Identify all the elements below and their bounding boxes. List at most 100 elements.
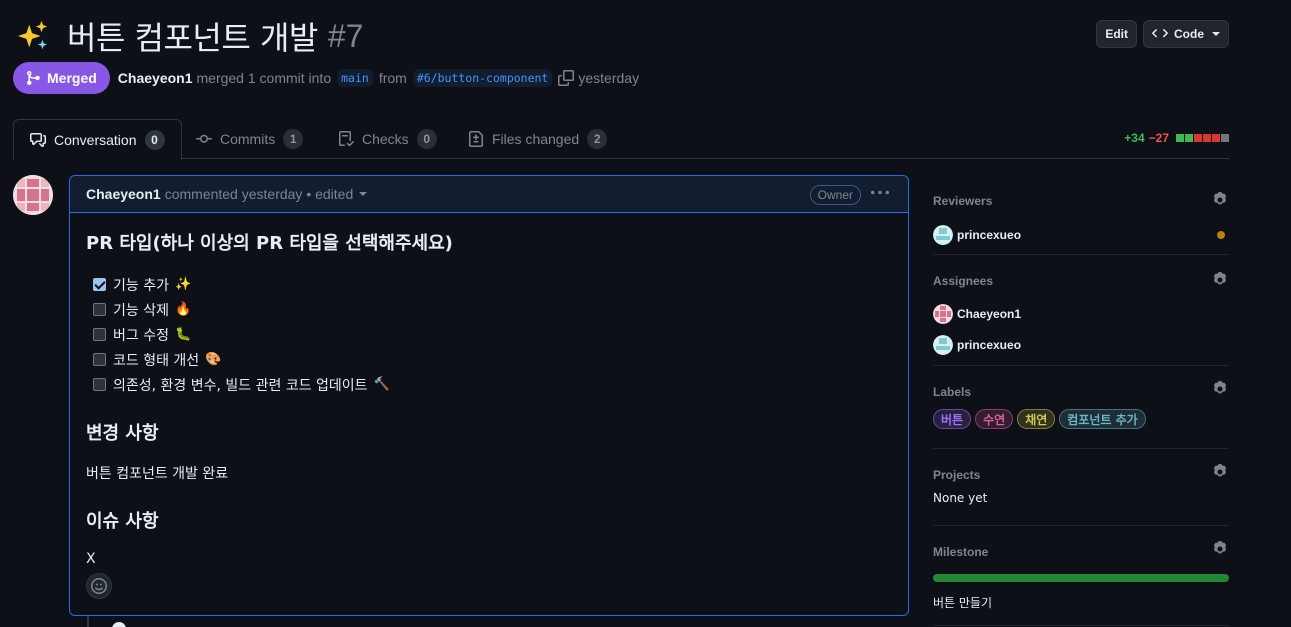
checklist-item-label: 코드 형태 개선	[113, 352, 200, 369]
labels-title[interactable]: Labels	[933, 382, 1229, 402]
milestone-progress-fill	[933, 574, 1229, 582]
checkbox-unchecked[interactable]	[93, 328, 106, 341]
gear-icon[interactable]	[1212, 381, 1228, 397]
diffstat-box	[1194, 134, 1202, 142]
changes-text: 버튼 컴포넌트 개발 완료	[86, 466, 229, 482]
gear-icon[interactable]	[1212, 192, 1228, 208]
header-actions: Edit Code	[1096, 20, 1229, 48]
tab-commits-count: 1	[283, 129, 304, 149]
assignee-avatar	[933, 335, 953, 355]
pr-description-comment: Chaeyeon1 commented yesterday • edited O…	[69, 175, 909, 616]
code-icon	[1152, 29, 1168, 38]
add-reaction-button[interactable]	[86, 573, 112, 599]
pr-author-link[interactable]: Chaeyeon1	[118, 70, 193, 86]
pr-tabs: Conversation 0 Commits 1 Checks 0 Files …	[13, 119, 1229, 160]
checklist-item: 기능 삭제 🔥	[86, 297, 892, 322]
diffstat-box	[1212, 134, 1220, 142]
palette-icon: 🎨	[205, 352, 222, 367]
label-list: 버튼 수연 채연 컴포넌트 추가	[933, 409, 1229, 429]
checkbox-unchecked[interactable]	[93, 378, 106, 391]
projects-title[interactable]: Projects	[933, 465, 1229, 485]
milestone-title[interactable]: Milestone	[933, 542, 1229, 562]
assignees-title[interactable]: Assignees	[933, 271, 1229, 291]
diffstat-box	[1221, 134, 1229, 142]
sidebar-reviewers: Reviewers princexueo	[933, 175, 1229, 255]
label-pill[interactable]: 채연	[1017, 409, 1056, 429]
checklist-item: 의존성, 환경 변수, 빌드 관련 코드 업데이트 🔨	[86, 372, 892, 397]
git-commit-icon	[196, 134, 212, 143]
tab-commits[interactable]: Commits 1	[196, 119, 304, 159]
checklist-item: 기능 추가 ✨	[86, 272, 892, 297]
checkbox-checked[interactable]	[93, 278, 106, 291]
gear-icon[interactable]	[1212, 464, 1228, 480]
merge-description: merged 1 commit into	[196, 70, 332, 86]
smiley-icon	[91, 578, 107, 594]
tab-commits-label: Commits	[220, 131, 276, 147]
assignee-avatar	[933, 304, 953, 324]
comment-header: Chaeyeon1 commented yesterday • edited O…	[70, 176, 908, 213]
diffstat-bar	[1175, 134, 1229, 142]
reviewer-item[interactable]: princexueo	[933, 224, 1229, 246]
code-button[interactable]: Code	[1143, 20, 1229, 48]
git-merge-icon	[27, 70, 40, 86]
kebab-horizontal-icon[interactable]	[871, 184, 889, 202]
diffstat-box	[1176, 134, 1184, 142]
owner-badge: Owner	[809, 185, 861, 205]
comment-body: PR 타입(하나 이상의 PR 타입을 선택해주세요) 기능 추가 ✨ 기능 삭…	[70, 213, 908, 567]
assignee-name: princexueo	[957, 338, 1022, 352]
milestone-name-link[interactable]: 버튼 만들기	[933, 594, 1229, 611]
chevron-down-icon	[1212, 32, 1220, 36]
diff-deletions: −27	[1148, 131, 1169, 145]
diffstat: +34 −27	[1124, 131, 1229, 145]
comment-author-link[interactable]: Chaeyeon1	[86, 186, 161, 202]
checklist-icon	[339, 131, 354, 147]
tab-checks-count: 0	[416, 129, 437, 149]
changes-heading: 변경 사항	[86, 423, 159, 444]
hammer-icon: 🔨	[373, 377, 390, 392]
milestone-progress-bar	[933, 574, 1229, 582]
label-pill[interactable]: 버튼	[933, 409, 972, 429]
head-branch[interactable]: #6/button-component	[412, 69, 553, 87]
sparkles-icon: ✨	[174, 277, 192, 292]
base-branch[interactable]: main	[337, 69, 373, 87]
edit-button[interactable]: Edit	[1096, 20, 1137, 48]
tab-files-changed[interactable]: Files changed 2	[468, 119, 608, 159]
fire-icon: 🔥	[174, 302, 192, 317]
sparkles-icon	[17, 20, 48, 50]
chevron-down-icon[interactable]	[359, 192, 368, 196]
tab-checks[interactable]: Checks 0	[338, 119, 437, 159]
bug-icon: 🐛	[174, 327, 192, 342]
label-pill[interactable]: 수연	[975, 409, 1014, 429]
checklist-item-label: 버그 수정	[113, 327, 169, 344]
pr-meta: Merged Chaeyeon1 merged 1 commit into ma…	[13, 62, 639, 94]
comment-meta[interactable]: commented yesterday • edited	[165, 186, 354, 202]
checkbox-unchecked[interactable]	[93, 353, 106, 366]
timeline-line	[87, 616, 89, 627]
reviewers-title[interactable]: Reviewers	[933, 191, 1229, 211]
timeline-item-icon	[112, 622, 126, 627]
checkbox-unchecked[interactable]	[93, 303, 106, 316]
pr-type-heading: PR 타입(하나 이상의 PR 타입을 선택해주세요)	[86, 233, 453, 254]
tab-conversation-count: 0	[144, 129, 165, 150]
assignee-item[interactable]: princexueo	[933, 334, 1229, 356]
gear-icon[interactable]	[1212, 272, 1228, 288]
from-label: from	[378, 70, 407, 86]
tab-checks-label: Checks	[362, 131, 409, 147]
code-button-label: Code	[1174, 27, 1204, 41]
checklist-item-label: 기능 삭제	[113, 302, 169, 319]
checklist-item: 코드 형태 개선 🎨	[86, 347, 892, 372]
assignee-name: Chaeyeon1	[957, 307, 1022, 321]
sidebar-milestone: Milestone 버튼 만들기	[933, 526, 1229, 626]
gear-icon[interactable]	[1212, 541, 1228, 557]
copy-icon[interactable]	[558, 70, 575, 86]
tab-conversation[interactable]: Conversation 0	[13, 119, 182, 160]
sidebar-labels: Labels 버튼 수연 채연 컴포넌트 추가	[933, 366, 1229, 449]
comment-author-avatar[interactable]	[13, 175, 53, 215]
label-pill[interactable]: 컴포넌트 추가	[1059, 409, 1146, 429]
merge-time: yesterday	[578, 70, 640, 86]
assignee-item[interactable]: Chaeyeon1	[933, 303, 1229, 325]
diff-additions: +34	[1124, 131, 1145, 145]
projects-empty-text: None yet	[933, 491, 988, 505]
issues-heading: 이슈 사항	[86, 511, 159, 532]
tab-files-changed-count: 2	[587, 129, 608, 149]
